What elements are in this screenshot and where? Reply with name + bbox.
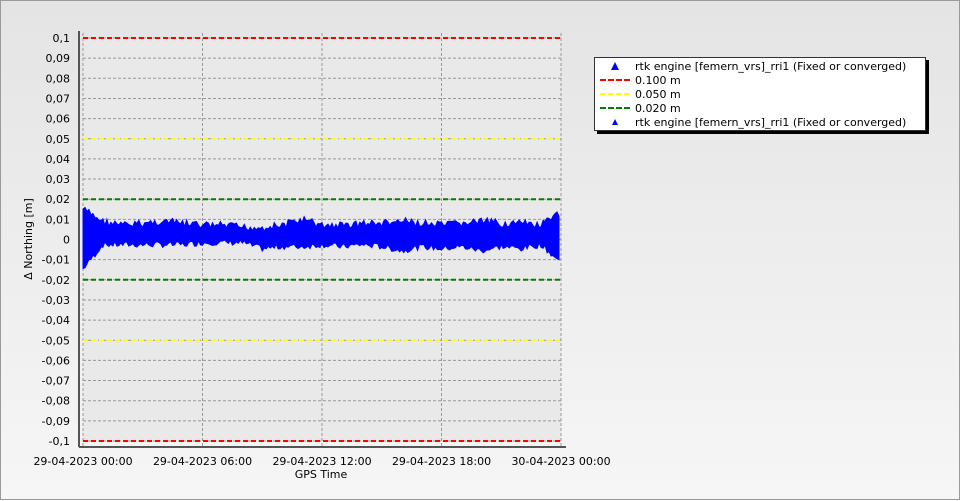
x-axis-label: GPS Time [295,468,348,481]
triangle-icon [611,62,619,70]
legend-label: rtk engine [femern_vrs]_rri1 (Fixed or c… [635,115,907,129]
legend-label: 0.100 m [635,73,681,87]
y-tick-label: 0,08 [46,72,71,85]
x-tick-label: 30-04-2023 00:00 [511,455,610,468]
y-tick-label: -0,09 [42,415,70,428]
triangle-icon [612,119,618,125]
chart-window: 0,1 0,09 0,08 0,07 0,06 0,05 0,04 0,03 0,02 0,01 0… [0,0,960,500]
y-tick-label: 0,06 [46,113,71,126]
y-tick-label: -0,04 [42,314,70,327]
legend-label: 0.050 m [635,87,681,101]
y-tick-label: 0,01 [46,213,71,226]
y-tick-label: 0,05 [46,133,71,146]
legend-item-0050: 0.050 m [595,87,925,101]
y-tick-label: -0,01 [42,254,70,267]
y-tick-label: 0,07 [46,92,71,105]
y-tick-label: -0,07 [42,375,70,388]
y-tick-label: -0,02 [42,274,70,287]
x-tick-label: 29-04-2023 12:00 [272,455,371,468]
y-tick-label: -0,05 [42,334,70,347]
yellow-dash-icon [600,93,630,95]
legend-label: rtk engine [femern_vrs]_rri1 (Fixed or c… [635,59,907,73]
y-tick-label: -0,03 [42,294,70,307]
y-tick-label: 0 [63,234,70,247]
y-tick-label: 0,09 [46,52,71,65]
legend: rtk engine [femern_vrs]_rri1 (Fixed or c… [594,57,926,131]
y-tick-label: 0,02 [46,193,71,206]
x-tick-label: 29-04-2023 18:00 [392,455,491,468]
x-tick-label: 29-04-2023 00:00 [33,455,132,468]
y-tick-label: -0,06 [42,354,70,367]
y-tick-label: -0,1 [49,435,70,448]
y-tick-label: 0,04 [46,153,71,166]
legend-item-series-2: rtk engine [femern_vrs]_rri1 (Fixed or c… [595,115,925,129]
y-tick-label: -0,08 [42,395,70,408]
legend-item-0100: 0.100 m [595,73,925,87]
legend-item-series: rtk engine [femern_vrs]_rri1 (Fixed or c… [595,59,925,73]
legend-item-0020: 0.020 m [595,101,925,115]
y-axis-label: Δ Northing [m] [22,198,35,280]
x-tick-label: 29-04-2023 06:00 [153,455,252,468]
red-dash-icon [600,79,630,81]
green-dash-icon [600,107,630,109]
y-tick-label: 0,03 [46,173,71,186]
y-tick-label: 0,1 [53,32,71,45]
legend-label: 0.020 m [635,101,681,115]
